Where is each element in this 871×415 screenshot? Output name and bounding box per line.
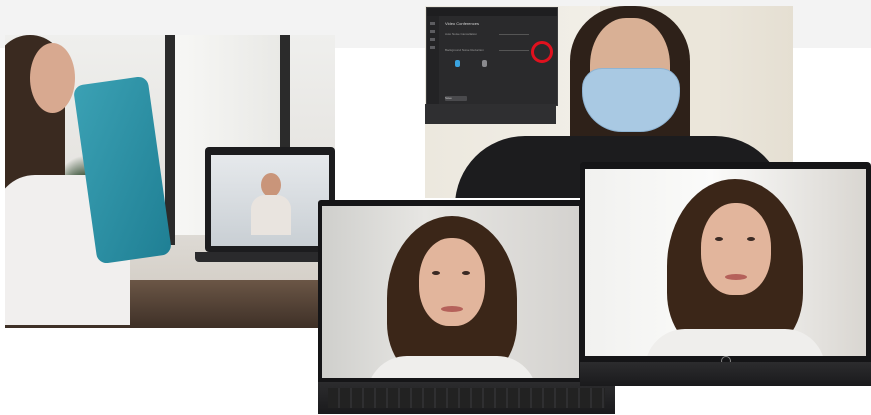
face-mask (582, 68, 680, 132)
dialog-footer (425, 104, 556, 124)
video-participant (645, 179, 825, 356)
laptop-keyboard-base (580, 362, 871, 386)
video-participant (367, 216, 537, 378)
video-participant (251, 173, 291, 235)
laptop-bezel (318, 200, 583, 382)
dialog-save-button[interactable]: Save (445, 96, 467, 101)
laptop-video-screen (211, 155, 329, 246)
laptop-on-desk (205, 147, 335, 252)
dialog-row-noise-cancel: Auto Noise Cancellation (445, 32, 478, 36)
highlight-circle (531, 41, 553, 63)
video-call-screen (322, 206, 579, 378)
laptop-front (318, 200, 615, 414)
photo-woman-at-desk (5, 35, 335, 328)
video-call-screen (585, 169, 866, 356)
laptop-bezel (580, 162, 871, 366)
dialog-title: Video Conferences (445, 21, 479, 26)
laptop-base (195, 252, 335, 262)
dialog-titlebar (427, 8, 557, 16)
laptop-right (580, 162, 871, 386)
dialog-slider (499, 50, 529, 51)
mic-icon (455, 60, 460, 67)
speaker-icon (482, 60, 487, 67)
dialog-sidebar (427, 16, 439, 105)
settings-dialog: Video Conferences Auto Noise Cancellatio… (426, 7, 558, 106)
dialog-slider (499, 34, 529, 35)
dialog-row-noise-reduce: Background Noise Reduction (445, 48, 484, 52)
keyboard (328, 388, 605, 408)
